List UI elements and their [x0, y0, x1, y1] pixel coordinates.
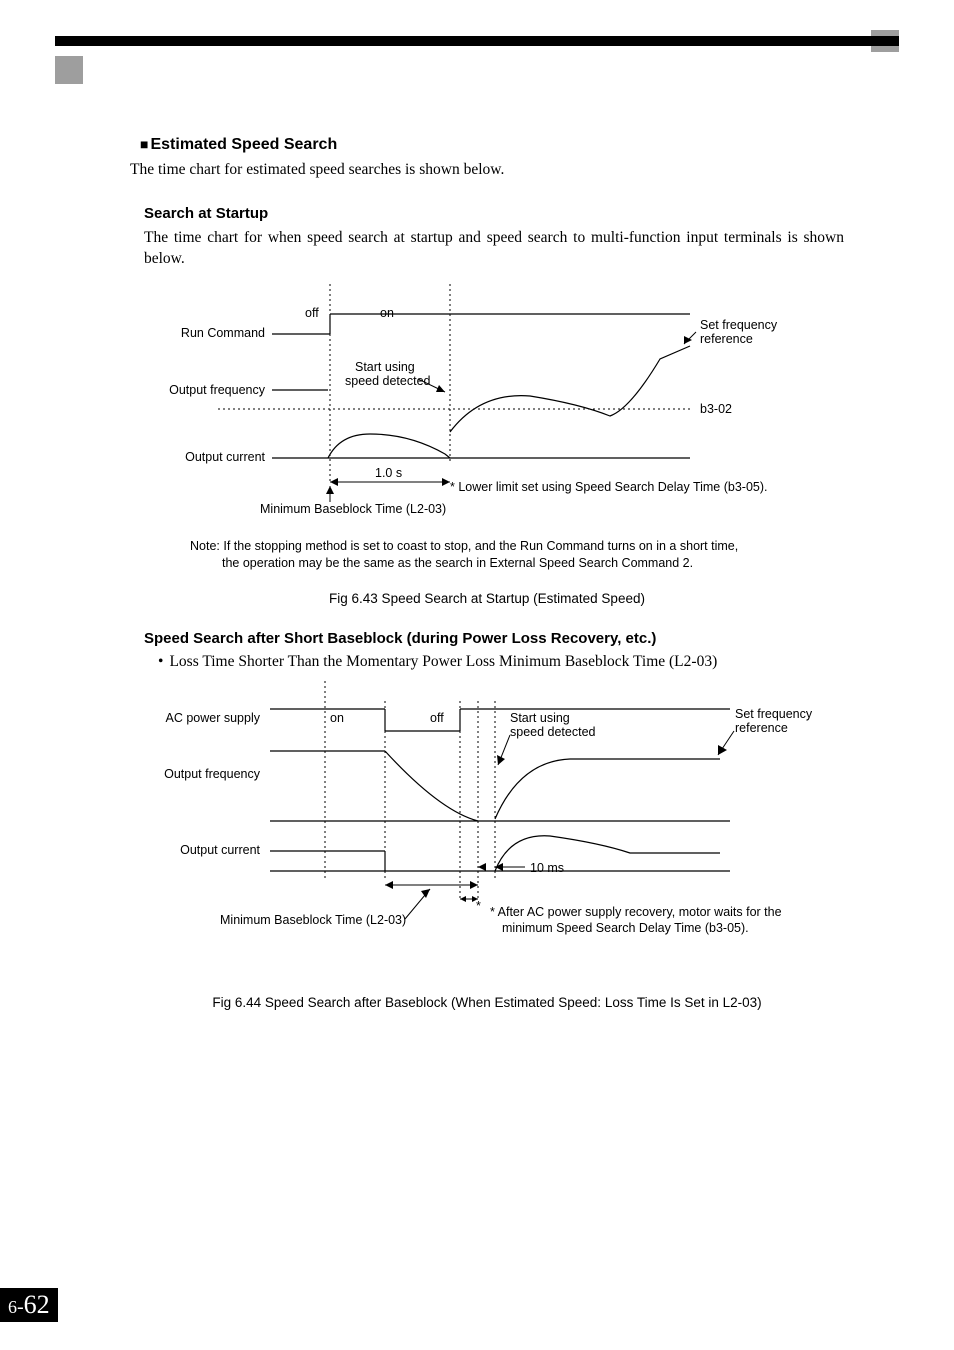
lbl-lower-limit: * Lower limit set using Speed Search Del…	[450, 480, 768, 494]
lbl-b3-02: b3-02	[700, 402, 732, 416]
chapter-number: 6	[8, 1297, 17, 1317]
lbl2-off: off	[430, 711, 444, 725]
lbl2-reference: reference	[735, 721, 788, 735]
page-number: 62	[24, 1290, 50, 1319]
lbl-off: off	[305, 306, 319, 320]
lbl2-set-frequency: Set frequency	[735, 707, 812, 721]
subsection-title-baseblock: Speed Search after Short Baseblock (duri…	[144, 630, 844, 647]
lbl2-after-recovery-l2: minimum Speed Search Delay Time (b3-05).	[502, 921, 749, 935]
lbl2-output-current: Output current	[180, 843, 260, 857]
note-line1: Note: If the stopping method is set to c…	[190, 539, 738, 553]
lbl-speed-detected: speed detected	[345, 374, 431, 388]
bullet-square-icon: ■	[140, 136, 148, 152]
lbl2-on: on	[330, 711, 344, 725]
baseblock-bullet: • Loss Time Shorter Than the Momentary Po…	[158, 653, 844, 671]
lbl-run-command: Run Command	[181, 326, 265, 340]
lbl2-output-frequency: Output frequency	[164, 767, 260, 781]
lbl-on: on	[380, 306, 394, 320]
lbl2-star: *	[476, 899, 481, 913]
figure-6-43-note: Note: If the stopping method is set to c…	[190, 538, 844, 573]
figure-6-43: Run Command Output frequency Output curr…	[160, 284, 800, 524]
header-accent-left	[55, 56, 83, 84]
page-number-box: 6-62	[0, 1288, 58, 1322]
figure-6-44: AC power supply Output frequency Output …	[160, 681, 820, 971]
lbl2-min-bb: Minimum Baseblock Time (L2-03)	[220, 913, 406, 927]
figure-6-44-caption: Fig 6.44 Speed Search after Baseblock (W…	[130, 995, 844, 1010]
note-line2: the operation may be the same as the sea…	[222, 555, 693, 573]
lbl2-speed-detected: speed detected	[510, 725, 596, 739]
section-title-text: Estimated Speed Search	[150, 136, 337, 153]
subsection-title-startup: Search at Startup	[144, 205, 844, 222]
lbl-reference: reference	[700, 332, 753, 346]
lbl-set-frequency: Set frequency	[700, 318, 777, 332]
lbl-start-using: Start using	[355, 360, 415, 374]
lbl-one-sec: 1.0 s	[375, 466, 402, 480]
lbl2-ten-ms: 10 ms	[530, 861, 564, 875]
section-intro: The time chart for estimated speed searc…	[130, 160, 844, 181]
startup-body: The time chart for when speed search at …	[144, 228, 844, 270]
bullet-dot-icon: •	[158, 653, 163, 670]
header-rule-black	[55, 36, 899, 46]
lbl-output-current: Output current	[185, 450, 265, 464]
lbl-output-frequency: Output frequency	[169, 383, 265, 397]
section-title: ■Estimated Speed Search	[140, 136, 844, 154]
figure-6-43-caption: Fig 6.43 Speed Search at Startup (Estima…	[130, 591, 844, 606]
lbl-min-bb: Minimum Baseblock Time (L2-03)	[260, 502, 446, 516]
baseblock-bullet-text: Loss Time Shorter Than the Momentary Pow…	[169, 653, 717, 670]
lbl2-after-recovery-l1: * After AC power supply recovery, motor …	[490, 905, 782, 919]
lbl2-ac-power: AC power supply	[166, 711, 261, 725]
lbl2-start-using: Start using	[510, 711, 570, 725]
